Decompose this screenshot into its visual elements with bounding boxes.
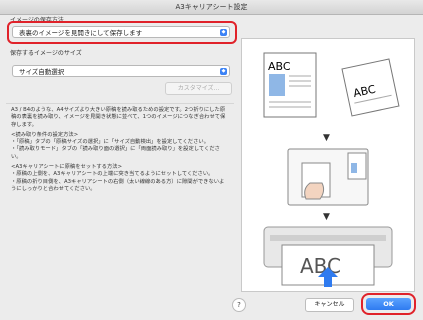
settings-pane: イメージの保存方法 表裏のイメージを見開きにして保存します ◆ 保存するイメージ… bbox=[0, 15, 423, 320]
illustration-panel: ABC ABC ▼ ▼ ABC bbox=[241, 38, 415, 292]
ok-highlight bbox=[361, 293, 416, 315]
step-arrow-1: ▼ bbox=[323, 133, 330, 143]
hand-icon bbox=[304, 182, 325, 200]
help-button[interactable]: ? bbox=[232, 298, 246, 312]
save-size-value: サイズ自動選択 bbox=[19, 68, 65, 76]
save-size-select[interactable]: サイズ自動選択 ◆ bbox=[12, 65, 230, 77]
cancel-button[interactable]: キャンセル bbox=[305, 298, 354, 312]
step-arrow-2: ▼ bbox=[323, 212, 330, 222]
abc-label-1: ABC bbox=[268, 60, 291, 73]
save-size-label: 保存するイメージのサイズ bbox=[10, 50, 82, 57]
scan-settings-line-2: ・「読み取りモード」タブの「読み取り面の選択」に「両面読み取り」を設定してくださ… bbox=[11, 146, 220, 160]
document-photo bbox=[269, 74, 285, 96]
carrier-sheet-illustration: ABC ABC ▼ ▼ ABC bbox=[263, 52, 400, 287]
description-intro: A3 / B4のような、A4サイズより大きい原稿を読み取るための設定です。2つ折… bbox=[11, 107, 226, 128]
chevron-updown-icon: ◆ bbox=[220, 68, 227, 75]
description-panel: A3 / B4のような、A4サイズより大きい原稿を読み取るための設定です。2つ折… bbox=[6, 103, 234, 303]
carrier-sheet-line-2: ・原稿の折り目側を、A3キャリアシートの右側（太い線線のある方）に隙間ができない… bbox=[11, 178, 225, 192]
save-method-highlight bbox=[7, 21, 237, 44]
customize-button[interactable]: カスタマイズ... bbox=[165, 82, 232, 95]
carrier-sheet-line-1: ・原稿の上側を、A3キャリアシートの上端に突き当てるようにセットしてください。 bbox=[11, 171, 214, 178]
window-title: A3キャリアシート設定 bbox=[0, 0, 423, 15]
